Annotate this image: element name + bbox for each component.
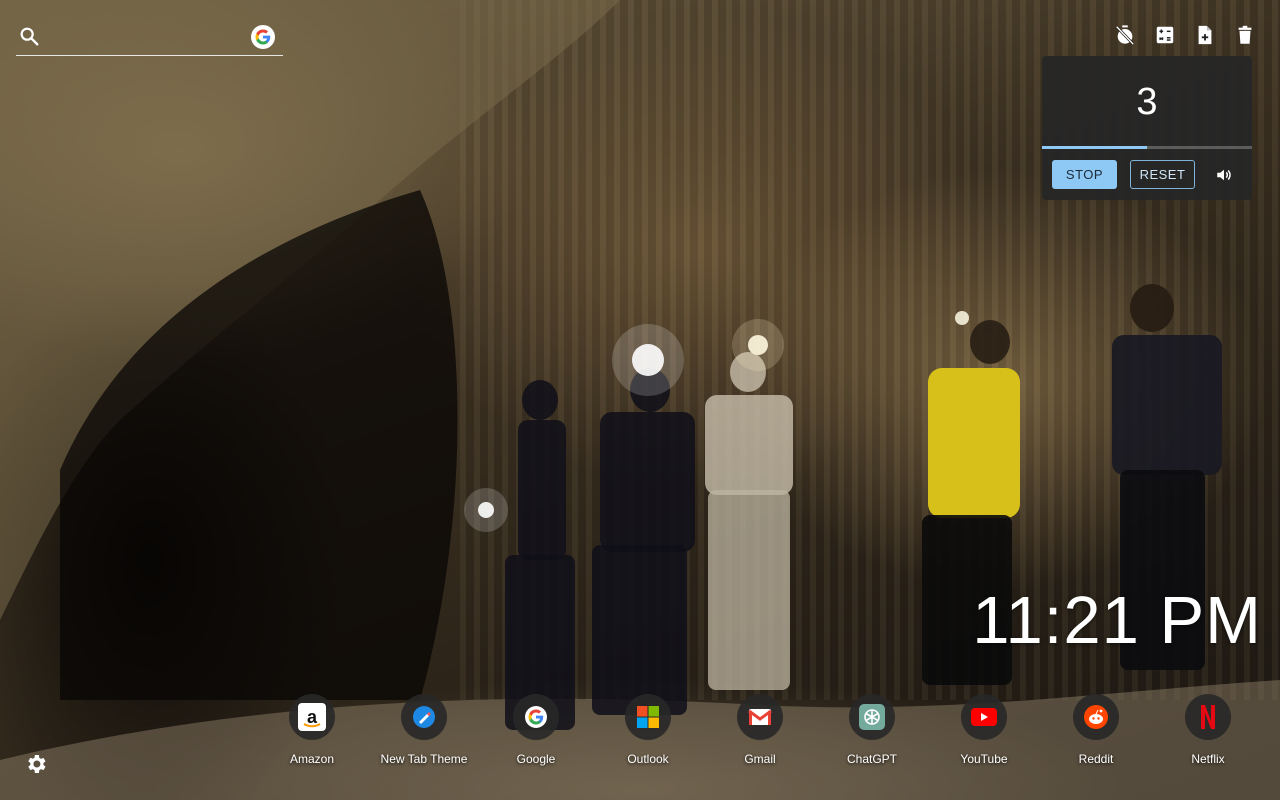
note-add-icon[interactable] <box>1194 24 1216 46</box>
gmail-icon <box>737 694 783 740</box>
stop-button[interactable]: STOP <box>1052 160 1117 189</box>
amazon-icon: a <box>289 694 335 740</box>
search-icon[interactable] <box>18 25 40 47</box>
youtube-icon <box>961 694 1007 740</box>
shortcut-new-tab-theme[interactable]: New Tab Theme <box>368 694 480 766</box>
timer-progress-fill <box>1042 146 1147 149</box>
shortcut-label: Outlook <box>627 752 669 766</box>
timer-off-icon[interactable] <box>1114 24 1136 46</box>
timer-panel: 3 STOP RESET <box>1042 56 1252 200</box>
shortcut-label: Amazon <box>289 752 335 766</box>
shortcut-youtube[interactable]: YouTube <box>928 694 1040 766</box>
shortcut-google[interactable]: Google <box>480 694 592 766</box>
shortcut-label: Google <box>516 752 556 766</box>
shortcut-gmail[interactable]: Gmail <box>704 694 816 766</box>
timer-progress-bar <box>1042 146 1252 149</box>
clock: 11:21 PM <box>972 583 1262 658</box>
trash-icon[interactable] <box>1234 24 1256 46</box>
shortcut-amazon[interactable]: a Amazon <box>256 694 368 766</box>
outlook-icon <box>625 694 671 740</box>
timer-count: 3 <box>1136 81 1158 123</box>
chatgpt-icon <box>849 694 895 740</box>
search-input[interactable] <box>50 24 250 50</box>
shortcut-label: Reddit <box>1078 752 1114 766</box>
shortcut-label: New Tab Theme <box>380 752 468 766</box>
search-bar <box>16 20 283 56</box>
shortcut-label: ChatGPT <box>846 752 897 766</box>
shortcut-netflix[interactable]: Netflix <box>1152 694 1264 766</box>
shortcut-label: YouTube <box>960 752 1008 766</box>
top-toolbar <box>1114 24 1256 46</box>
netflix-icon <box>1185 694 1231 740</box>
reddit-icon <box>1073 694 1119 740</box>
google-icon <box>513 694 559 740</box>
shortcut-chatgpt[interactable]: ChatGPT <box>816 694 928 766</box>
shortcut-label: Netflix <box>1191 752 1225 766</box>
google-icon[interactable] <box>251 25 275 49</box>
shortcut-label: Gmail <box>744 752 776 766</box>
new-tab-theme-icon <box>401 694 447 740</box>
calculator-icon[interactable] <box>1154 24 1176 46</box>
gear-icon[interactable] <box>24 752 48 776</box>
reset-button[interactable]: RESET <box>1130 160 1195 189</box>
svg-text:a: a <box>307 707 318 727</box>
volume-icon[interactable] <box>1215 166 1233 184</box>
shortcut-reddit[interactable]: Reddit <box>1040 694 1152 766</box>
shortcut-outlook[interactable]: Outlook <box>592 694 704 766</box>
